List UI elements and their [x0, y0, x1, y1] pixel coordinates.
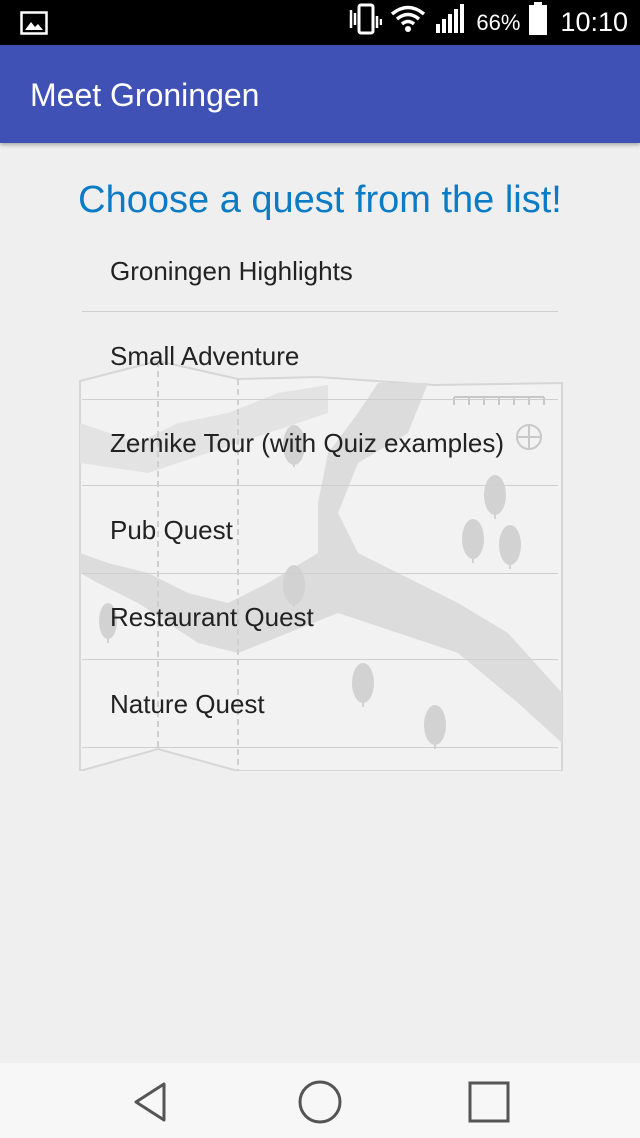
battery-percent: 66% [476, 9, 521, 35]
quest-item-pub-quest[interactable]: Pub Quest [82, 486, 558, 574]
status-bar: 66% 10:10 [0, 0, 640, 45]
home-icon[interactable] [290, 1075, 350, 1129]
quest-label: Restaurant Quest [110, 601, 314, 632]
quest-label: Zernike Tour (with Quiz examples) [110, 427, 504, 458]
quest-item-zernike-tour[interactable]: Zernike Tour (with Quiz examples) [82, 400, 558, 486]
quest-item-small-adventure[interactable]: Small Adventure [82, 312, 558, 400]
wifi-icon [390, 5, 426, 40]
battery-icon [528, 2, 548, 43]
quest-label: Groningen Highlights [110, 256, 353, 286]
back-icon[interactable] [120, 1075, 180, 1129]
page-heading: Choose a quest from the list! [78, 179, 562, 221]
quest-list: Groningen Highlights Small Adventure Zer… [82, 231, 558, 748]
image-notification-icon [20, 11, 48, 40]
recents-icon[interactable] [459, 1075, 519, 1129]
navigation-bar [0, 1063, 640, 1138]
signal-icon [434, 4, 468, 41]
vibrate-icon [348, 2, 383, 43]
quest-item-restaurant-quest[interactable]: Restaurant Quest [82, 574, 558, 660]
app-title: Meet Groningen [30, 77, 260, 113]
main-content: Choose a quest from the list! Groningen … [0, 143, 640, 1063]
quest-item-groningen-highlights[interactable]: Groningen Highlights [82, 231, 558, 312]
quest-label: Small Adventure [110, 340, 300, 371]
quest-item-nature-quest[interactable]: Nature Quest [82, 660, 558, 748]
quest-label: Pub Quest [110, 514, 233, 545]
clock: 10:10 [560, 7, 628, 37]
app-bar: Meet Groningen [0, 45, 640, 143]
quest-label: Nature Quest [110, 688, 265, 719]
